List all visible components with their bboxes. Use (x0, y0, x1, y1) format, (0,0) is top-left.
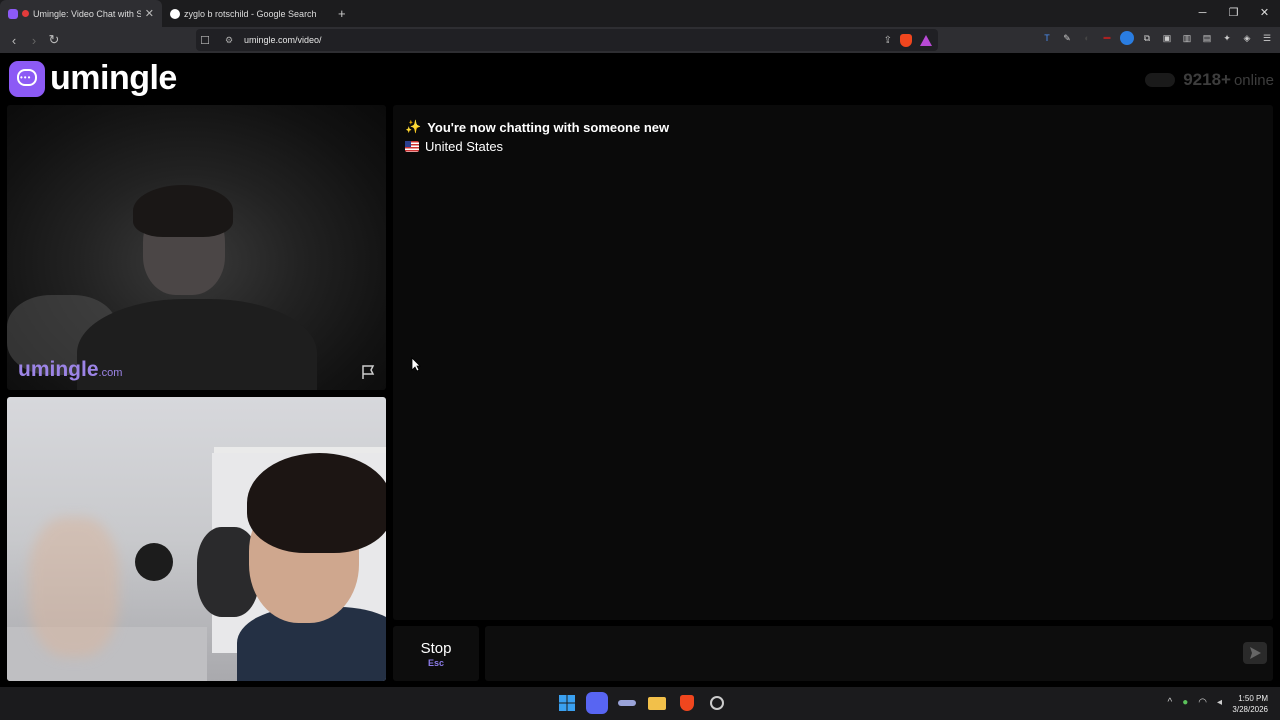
watermark-main: umingle (18, 358, 99, 381)
video-person-hand (29, 517, 119, 657)
online-counter: 9218+ online (1145, 70, 1274, 90)
bookmark-icon[interactable]: ☐ (196, 34, 214, 47)
send-button[interactable] (1243, 642, 1267, 664)
site-info-icon[interactable]: ⚙ (222, 35, 236, 46)
umingle-page: ••• umingle 9218+ online umingle.com ✨ Y… (0, 53, 1280, 687)
microphone-icon[interactable]: ● (1182, 697, 1188, 708)
clock-date: 3/28/2026 (1232, 705, 1268, 714)
extensions-row: T ✎ ◐ ▬ ⧉ ▣ ▥ ▤ ✦ ◈ ☰ (1040, 31, 1274, 45)
umingle-logo[interactable]: ••• umingle (9, 59, 177, 98)
sidebar-icon[interactable]: ▥ (1180, 31, 1194, 45)
close-window-icon[interactable]: ✕ (1249, 0, 1280, 27)
extension-icon[interactable]: ◐ (1080, 31, 1094, 45)
extension-icon[interactable]: ▣ (1160, 31, 1174, 45)
brave-rewards-icon[interactable] (920, 34, 932, 46)
browser-toolbar: ‹ › ↻ ☐ ⚙ umingle.com/video/ ⇪ T ✎ ◐ ▬ ⧉… (0, 27, 1280, 53)
local-video (7, 397, 386, 681)
leo-ai-icon[interactable]: ✦ (1220, 31, 1234, 45)
discord-icon[interactable] (586, 692, 608, 714)
google-favicon-icon (170, 8, 180, 19)
forward-icon[interactable]: › (24, 33, 44, 48)
system-tray: ^ ● ◠ ◂ (1167, 697, 1222, 708)
restore-icon[interactable]: ❐ (1218, 0, 1249, 27)
chat-status-line: ✨ You're now chatting with someone new (405, 119, 1261, 135)
minimize-icon[interactable]: ─ (1187, 0, 1218, 27)
stop-label: Stop (420, 640, 452, 657)
windows-start-icon[interactable] (556, 692, 578, 714)
online-label: online (1233, 71, 1274, 89)
recording-indicator-icon (22, 10, 29, 17)
app-icon[interactable] (706, 692, 728, 714)
address-bar[interactable]: ☐ ⚙ umingle.com/video/ ⇪ (196, 29, 938, 51)
wifi-icon[interactable]: ◠ (1198, 697, 1207, 708)
clock[interactable]: 1:50 PM 3/28/2026 (1232, 693, 1268, 715)
video-person-hair (133, 185, 233, 237)
umingle-favicon-icon (8, 8, 18, 19)
tab-google-search[interactable]: zyglo b rotschild - Google Search (162, 0, 324, 27)
volume-icon[interactable]: ◂ (1217, 697, 1222, 708)
chat-bubble-logo-icon: ••• (9, 60, 45, 97)
online-count: 9218+ (1183, 70, 1231, 89)
taskbar-apps (556, 692, 728, 714)
send-icon (1250, 647, 1261, 659)
tab-title: zyglo b rotschild - Google Search (184, 8, 316, 19)
extension-icon[interactable] (1120, 31, 1134, 45)
new-tab-icon[interactable]: + (338, 6, 346, 21)
logo-text: umingle (50, 59, 177, 97)
chat-country-line: United States (405, 139, 1261, 154)
wallet-icon[interactable]: ▤ (1200, 31, 1214, 45)
message-input[interactable] (485, 626, 1273, 681)
extension-icon[interactable]: ✎ (1060, 31, 1074, 45)
remote-video: umingle.com (7, 105, 386, 390)
mouse-cursor-icon (411, 357, 421, 372)
back-icon[interactable]: ‹ (4, 33, 24, 48)
tab-umingle[interactable]: Umingle: Video Chat with Str ✕ (0, 0, 162, 27)
extensions-puzzle-icon[interactable]: ⧉ (1140, 31, 1154, 45)
extension-icon[interactable]: ▬ (1100, 31, 1114, 45)
sparkles-icon: ✨ (405, 119, 422, 134)
brave-browser-icon[interactable] (676, 692, 698, 714)
app-icon[interactable] (616, 692, 638, 714)
window-controls: ─ ❐ ✕ (1187, 0, 1280, 27)
file-explorer-icon[interactable] (646, 692, 668, 714)
chevron-up-icon[interactable]: ^ (1167, 697, 1172, 708)
reload-icon[interactable]: ↻ (44, 32, 64, 48)
windows-taskbar: ^ ● ◠ ◂ 1:50 PM 3/28/2026 (0, 687, 1280, 720)
stop-shortcut: Esc (427, 658, 444, 668)
umingle-watermark: umingle.com (18, 358, 122, 382)
url-text[interactable]: umingle.com/video/ (244, 35, 322, 45)
menu-icon[interactable]: ☰ (1260, 31, 1274, 45)
us-flag-icon (405, 141, 419, 152)
translate-extension-icon[interactable]: T (1040, 31, 1054, 45)
share-icon[interactable]: ⇪ (884, 35, 892, 46)
online-toggle[interactable] (1145, 73, 1176, 87)
browser-tab-bar: Umingle: Video Chat with Str ✕ zyglo b r… (0, 0, 1280, 27)
video-background (135, 543, 173, 581)
chat-country-text: United States (425, 139, 504, 154)
close-tab-icon[interactable]: ✕ (145, 7, 154, 20)
video-person-hair (247, 453, 386, 553)
chat-log: ✨ You're now chatting with someone new U… (393, 105, 1273, 620)
stop-button[interactable]: Stop Esc (393, 626, 479, 681)
tab-title: Umingle: Video Chat with Str (33, 8, 141, 19)
clock-time: 1:50 PM (1238, 694, 1268, 703)
brave-shields-icon[interactable] (900, 33, 912, 47)
vpn-icon[interactable]: ◈ (1240, 31, 1254, 45)
report-flag-icon[interactable] (360, 364, 376, 380)
chat-status-text: You're now chatting with someone new (427, 119, 670, 135)
watermark-suffix: .com (98, 367, 123, 379)
